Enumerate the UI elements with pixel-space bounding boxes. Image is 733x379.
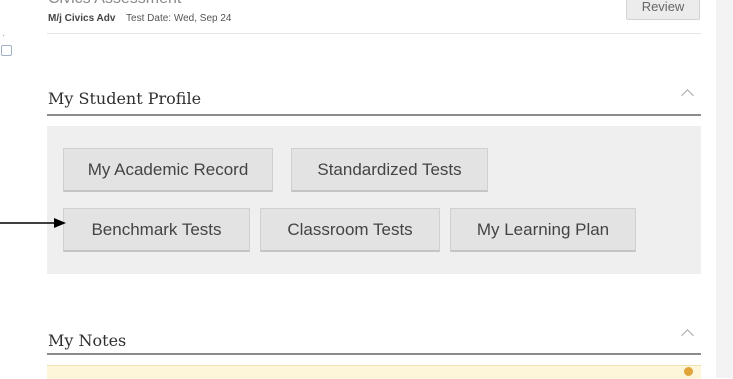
course-name: M/j Civics Adv	[48, 13, 116, 24]
classroom-tests-button[interactable]: Classroom Tests	[260, 208, 440, 252]
benchmark-tests-button[interactable]: Benchmark Tests	[63, 208, 250, 252]
review-button[interactable]: Review	[626, 0, 700, 20]
left-edge-panel: ·	[0, 0, 12, 378]
help-icon[interactable]	[684, 367, 693, 376]
section-rule	[47, 353, 701, 355]
section-rule	[47, 114, 701, 116]
notes-banner	[47, 365, 701, 379]
my-learning-plan-button[interactable]: My Learning Plan	[450, 208, 636, 252]
section-title-my-notes: My Notes	[48, 331, 127, 350]
previous-test-title: Civics Assessment	[48, 0, 181, 8]
pointer-arrow-icon	[0, 218, 66, 228]
section-title-student-profile: My Student Profile	[48, 89, 202, 108]
student-profile-panel: My Academic Record Standardized Tests Be…	[47, 126, 701, 274]
my-academic-record-button[interactable]: My Academic Record	[63, 148, 273, 192]
divider	[47, 33, 701, 34]
test-date: Test Date: Wed, Sep 24	[126, 13, 232, 24]
collapse-caret-icon[interactable]	[681, 89, 694, 102]
standardized-tests-button[interactable]: Standardized Tests	[291, 148, 488, 192]
collapsed-widget-icon[interactable]	[1, 45, 12, 56]
collapse-caret-icon[interactable]	[681, 329, 694, 342]
dot-icon: ·	[2, 30, 6, 41]
previous-test-info: M/j Civics Adv Test Date: Wed, Sep 24	[48, 13, 231, 24]
scrollbar[interactable]	[716, 0, 733, 378]
